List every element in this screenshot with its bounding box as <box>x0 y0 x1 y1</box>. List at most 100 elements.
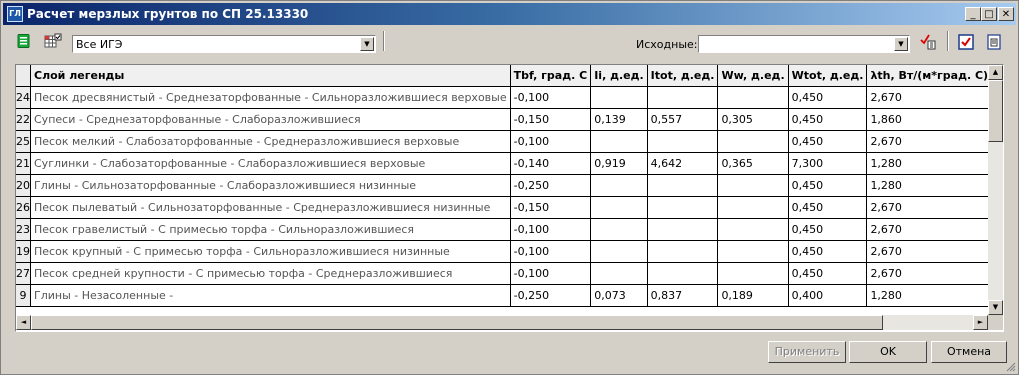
chevron-down-icon[interactable]: ▼ <box>894 37 908 51</box>
value-cell[interactable]: 0,189 <box>717 284 789 307</box>
resize-grip-icon[interactable] <box>1004 360 1016 372</box>
table-row[interactable]: 25 Песок мелкий - Слабозаторфованные - Ср… <box>16 130 1003 153</box>
value-cell[interactable]: -0,100 <box>510 86 592 109</box>
column-header[interactable]: λth, Вт/(м*град. С) <box>866 65 993 87</box>
value-cell[interactable]: 1,860 <box>866 108 993 131</box>
ok-button[interactable]: OK <box>849 341 927 363</box>
value-cell[interactable]: -0,250 <box>510 174 592 197</box>
value-cell[interactable]: 4,642 <box>647 152 719 175</box>
value-cell[interactable] <box>647 240 719 263</box>
export-excel-icon[interactable] <box>17 34 37 54</box>
clear-source-icon[interactable] <box>920 34 940 54</box>
table-row[interactable]: 20 Глины - Сильнозаторфованные - Слабораз… <box>16 174 1003 197</box>
row-number[interactable]: 20 <box>16 174 31 197</box>
value-cell[interactable]: -0,250 <box>510 284 592 307</box>
value-cell[interactable] <box>590 174 648 197</box>
scroll-right-icon[interactable]: ► <box>973 315 988 330</box>
value-cell[interactable]: -0,100 <box>510 218 592 241</box>
value-cell[interactable]: 0,450 <box>788 174 868 197</box>
value-cell[interactable] <box>647 86 719 109</box>
value-cell[interactable]: 0,305 <box>717 108 789 131</box>
scroll-down-icon[interactable]: ▼ <box>988 300 1003 315</box>
value-cell[interactable] <box>647 130 719 153</box>
source-select[interactable]: ▼ <box>698 35 910 53</box>
value-cell[interactable]: 0,450 <box>788 130 868 153</box>
ige-filter-select[interactable]: Все ИГЭ ▼ <box>72 35 376 53</box>
scroll-up-icon[interactable]: ▲ <box>988 65 1003 80</box>
value-cell[interactable]: 2,670 <box>866 196 993 219</box>
vertical-scrollbar[interactable]: ▲ ▼ <box>988 65 1003 315</box>
row-number[interactable]: 22 <box>16 108 31 131</box>
column-header[interactable]: Ii, д.ед. <box>590 65 648 87</box>
value-cell[interactable]: 2,670 <box>866 86 993 109</box>
row-number[interactable]: 26 <box>16 196 31 219</box>
column-header[interactable]: Tbf, град. С <box>510 65 592 87</box>
value-cell[interactable]: 7,300 <box>788 152 868 175</box>
value-cell[interactable] <box>717 196 789 219</box>
value-cell[interactable]: 2,670 <box>866 240 993 263</box>
table-row[interactable]: 26 Песок пылеватый - Сильнозаторфованные … <box>16 196 1003 219</box>
maximize-button[interactable]: □ <box>981 7 997 21</box>
layer-name-cell[interactable]: Супеси - Среднезаторфованные - Слаборазл… <box>30 108 511 131</box>
value-cell[interactable]: 0,450 <box>788 240 868 263</box>
layer-name-cell[interactable]: Песок крупный - С примесью торфа - Сильн… <box>30 240 511 263</box>
table-row[interactable]: 9 Глины - Незасоленные - -0,250 0,073 0,837 0… <box>16 284 1003 307</box>
value-cell[interactable]: 0,919 <box>590 152 648 175</box>
value-cell[interactable]: 0,557 <box>647 108 719 131</box>
row-number[interactable]: 19 <box>16 240 31 263</box>
minimize-button[interactable]: _ <box>965 7 981 21</box>
row-number[interactable]: 25 <box>16 130 31 153</box>
table-row[interactable]: 19 Песок крупный - С примесью торфа - Сил… <box>16 240 1003 263</box>
column-header[interactable]: Itot, д.ед. <box>647 65 719 87</box>
apply-button[interactable]: Применить <box>768 341 846 363</box>
value-cell[interactable] <box>590 262 648 285</box>
value-cell[interactable] <box>647 262 719 285</box>
value-cell[interactable]: 0,365 <box>717 152 789 175</box>
value-cell[interactable] <box>590 196 648 219</box>
value-cell[interactable]: -0,150 <box>510 108 592 131</box>
table-settings-icon[interactable] <box>44 33 64 53</box>
table-row[interactable]: 22 Супеси - Среднезаторфованные - Слабора… <box>16 108 1003 131</box>
value-cell[interactable]: 0,450 <box>788 218 868 241</box>
value-cell[interactable] <box>717 240 789 263</box>
column-header[interactable]: Слой легенды <box>30 65 511 87</box>
layer-name-cell[interactable]: Песок гравелистый - С примесью торфа - С… <box>30 218 511 241</box>
checkbox-check-icon[interactable] <box>958 34 978 54</box>
value-cell[interactable] <box>717 174 789 197</box>
value-cell[interactable] <box>647 218 719 241</box>
value-cell[interactable] <box>590 218 648 241</box>
value-cell[interactable]: 2,670 <box>866 218 993 241</box>
value-cell[interactable] <box>647 174 719 197</box>
layer-name-cell[interactable]: Суглинки - Слабозаторфованные - Слабораз… <box>30 152 511 175</box>
table-row[interactable]: 27 Песок средней крупности - С примесью т… <box>16 262 1003 285</box>
value-cell[interactable]: 0,450 <box>788 108 868 131</box>
row-number[interactable]: 23 <box>16 218 31 241</box>
layer-name-cell[interactable]: Глины - Незасоленные - <box>30 284 511 307</box>
value-cell[interactable] <box>717 86 789 109</box>
value-cell[interactable] <box>717 130 789 153</box>
column-header[interactable]: Wtot, д.ед. <box>788 65 868 87</box>
value-cell[interactable]: 1,280 <box>866 284 993 307</box>
value-cell[interactable] <box>647 196 719 219</box>
chevron-down-icon[interactable]: ▼ <box>360 37 374 51</box>
value-cell[interactable]: -0,100 <box>510 240 592 263</box>
value-cell[interactable]: 1,280 <box>866 174 993 197</box>
value-cell[interactable] <box>717 262 789 285</box>
title-bar[interactable]: ГЛ Расчет мерзлых грунтов по СП 25.13330… <box>3 3 1016 25</box>
row-number[interactable]: 27 <box>16 262 31 285</box>
table-row[interactable]: 24 Песок дресвянистый - Среднезаторфованн… <box>16 86 1003 109</box>
layer-name-cell[interactable]: Песок пылеватый - Сильнозаторфованные - … <box>30 196 511 219</box>
layer-name-cell[interactable]: Песок мелкий - Слабозаторфованные - Сред… <box>30 130 511 153</box>
value-cell[interactable]: 0,450 <box>788 86 868 109</box>
copy-icon[interactable] <box>987 34 1007 54</box>
row-number[interactable]: 21 <box>16 152 31 175</box>
column-header[interactable]: Ww, д.ед. <box>717 65 789 87</box>
horizontal-scrollbar[interactable]: ◄ ► <box>16 315 988 330</box>
value-cell[interactable]: 2,670 <box>866 130 993 153</box>
layer-name-cell[interactable]: Глины - Сильнозаторфованные - Слаборазло… <box>30 174 511 197</box>
row-number[interactable]: 9 <box>16 284 31 307</box>
value-cell[interactable]: 0,400 <box>788 284 868 307</box>
value-cell[interactable]: -0,100 <box>510 262 592 285</box>
value-cell[interactable]: 0,139 <box>590 108 648 131</box>
value-cell[interactable]: 0,837 <box>647 284 719 307</box>
